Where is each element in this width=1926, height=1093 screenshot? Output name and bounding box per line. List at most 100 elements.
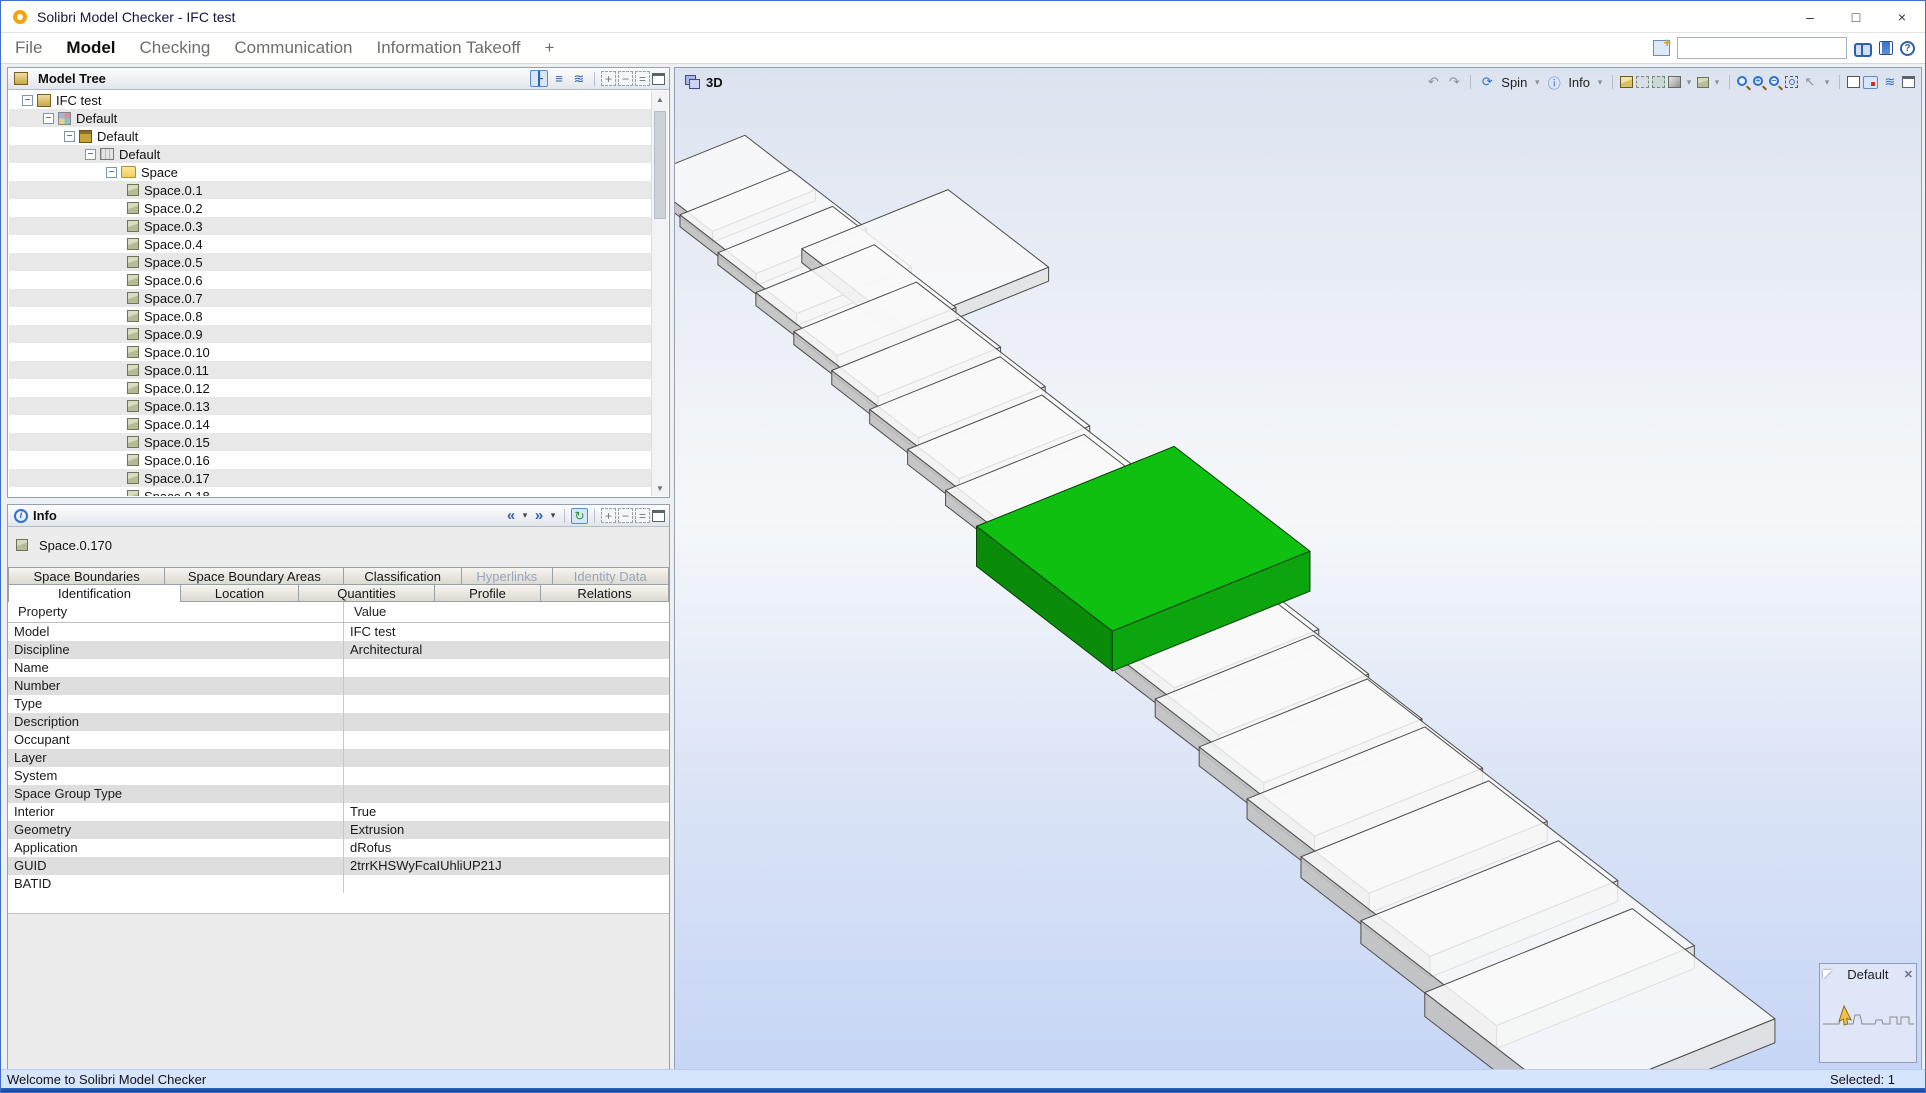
property-row-guid[interactable]: GUID2trrKHSWyFcaIUhliUP21J — [8, 857, 669, 875]
tab-space-boundary-areas[interactable]: Space Boundary Areas — [165, 567, 344, 584]
cube-small-icon[interactable] — [1697, 77, 1709, 88]
property-row-type[interactable]: Type — [8, 695, 669, 713]
menu-communication[interactable]: Communication — [234, 38, 352, 58]
tree-item-ifc-test[interactable]: −IFC test — [9, 91, 651, 109]
collapse-expander[interactable]: − — [43, 113, 54, 124]
property-row-description[interactable]: Description — [8, 713, 669, 731]
tree-item-space-0-17[interactable]: Space.0.17 — [9, 469, 651, 487]
collapse-all-icon[interactable]: − — [618, 71, 633, 86]
tree-item-space-0-14[interactable]: Space.0.14 — [9, 415, 651, 433]
property-row-system[interactable]: System — [8, 767, 669, 785]
property-row-name[interactable]: Name — [8, 659, 669, 677]
tree-item-space[interactable]: −Space — [9, 163, 651, 181]
section-icon[interactable] — [1863, 76, 1878, 89]
report-icon[interactable]: ↻ — [571, 508, 588, 524]
collapse-expander[interactable]: − — [85, 149, 96, 160]
scrollbar-thumb[interactable] — [654, 111, 666, 219]
tree-item-space-0-13[interactable]: Space.0.13 — [9, 397, 651, 415]
dropdown-caret-icon[interactable]: ▾ — [548, 507, 558, 524]
tab-relations[interactable]: Relations — [541, 584, 669, 602]
property-row-occupant[interactable]: Occupant — [8, 731, 669, 749]
minimap-close-icon[interactable]: ✕ — [1904, 968, 1913, 981]
info-icon[interactable]: ⓘ — [1545, 74, 1563, 91]
dropdown-caret-icon[interactable]: ▾ — [1532, 74, 1542, 91]
tree-item-space-0-3[interactable]: Space.0.3 — [9, 217, 651, 235]
property-row-interior[interactable]: InteriorTrue — [8, 803, 669, 821]
property-row-number[interactable]: Number — [8, 677, 669, 695]
menu-information-takeoff[interactable]: Information Takeoff — [377, 38, 521, 58]
detach-icon[interactable] — [1902, 76, 1915, 88]
minimize-button[interactable]: – — [1787, 1, 1833, 32]
tab-identification[interactable]: Identification — [8, 584, 181, 602]
menu-checking[interactable]: Checking — [140, 38, 211, 58]
expand-all-icon[interactable]: + — [601, 71, 616, 86]
property-row-batid[interactable]: BATID — [8, 875, 669, 893]
tree-item-space-0-2[interactable]: Space.0.2 — [9, 199, 651, 217]
tree-item-space-0-4[interactable]: Space.0.4 — [9, 235, 651, 253]
tree-item-space-0-18[interactable]: Space.0.18 — [9, 487, 651, 496]
presentation-film-icon[interactable] — [1879, 41, 1893, 55]
tab-location[interactable]: Location — [181, 584, 299, 602]
tree-item-space-0-8[interactable]: Space.0.8 — [9, 307, 651, 325]
collapse-all-icon[interactable]: − — [618, 508, 633, 523]
layers-icon[interactable]: ≋ — [570, 70, 588, 87]
quick-search-input[interactable] — [1677, 37, 1847, 59]
property-row-layer[interactable]: Layer — [8, 749, 669, 767]
tab-profile[interactable]: Profile — [435, 584, 541, 602]
menu-add[interactable]: + — [544, 38, 554, 58]
tree-item-default[interactable]: −Default — [9, 127, 651, 145]
zoom-icon[interactable] — [1737, 76, 1750, 89]
collapse-expander[interactable]: − — [64, 131, 75, 142]
nav-back-icon[interactable]: « — [504, 507, 518, 524]
property-row-application[interactable]: ApplicationdRofus — [8, 839, 669, 857]
menu-model[interactable]: Model — [66, 38, 115, 58]
layers-icon[interactable]: ≋ — [1881, 74, 1899, 91]
cube-solid-icon[interactable] — [1620, 76, 1633, 88]
flat-list-icon[interactable]: ≡ — [550, 70, 568, 87]
property-row-discipline[interactable]: DisciplineArchitectural — [8, 641, 669, 659]
tab-hyperlinks[interactable]: Hyperlinks — [462, 567, 553, 584]
collapse-expander[interactable]: − — [22, 95, 33, 106]
property-row-model[interactable]: ModelIFC test — [8, 623, 669, 641]
close-button[interactable]: × — [1879, 1, 1925, 32]
nav-forward-icon[interactable]: » — [532, 507, 546, 524]
expand-all-icon[interactable]: + — [601, 508, 616, 523]
dropdown-caret-icon[interactable]: ▾ — [1684, 74, 1694, 91]
tree-item-space-0-6[interactable]: Space.0.6 — [9, 271, 651, 289]
maximize-button[interactable]: □ — [1833, 1, 1879, 32]
cursor-icon[interactable]: ↖ — [1801, 74, 1819, 91]
minimap-resize-handle[interactable] — [1823, 970, 1832, 979]
detach-icon[interactable] — [652, 510, 665, 522]
cube-outline-icon[interactable] — [1847, 76, 1860, 88]
dropdown-caret-icon[interactable]: ▾ — [1595, 74, 1605, 91]
tab-quantities[interactable]: Quantities — [299, 584, 435, 602]
dropdown-caret-icon[interactable]: ▾ — [1822, 74, 1832, 91]
tree-item-space-0-7[interactable]: Space.0.7 — [9, 289, 651, 307]
scroll-up-icon[interactable]: ▲ — [652, 91, 668, 107]
property-row-geometry[interactable]: GeometryExtrusion — [8, 821, 669, 839]
cube-ghost2-icon[interactable] — [1652, 76, 1665, 88]
menu-file[interactable]: File — [15, 38, 42, 58]
tree-item-default[interactable]: −Default — [9, 109, 651, 127]
3d-viewport[interactable]: 3D ↶↷⟳Spin▾ⓘInfo▾▾▾+−↖▾≋ Default ✕ — [674, 67, 1922, 1070]
detach-icon[interactable] — [652, 73, 665, 85]
tree-item-space-0-16[interactable]: Space.0.16 — [9, 451, 651, 469]
tree-item-space-0-5[interactable]: Space.0.5 — [9, 253, 651, 271]
spin-icon[interactable]: ⟳ — [1478, 74, 1496, 91]
add-view-icon[interactable] — [1653, 40, 1670, 56]
undo-icon[interactable]: ↶ — [1424, 74, 1442, 91]
tree-item-space-0-11[interactable]: Space.0.11 — [9, 361, 651, 379]
zoom-window-icon[interactable] — [1785, 76, 1798, 88]
scroll-down-icon[interactable]: ▼ — [652, 480, 668, 496]
tree-item-space-0-9[interactable]: Space.0.9 — [9, 325, 651, 343]
tree-item-space-0-1[interactable]: Space.0.1 — [9, 181, 651, 199]
zoom-in-icon[interactable]: + — [1753, 76, 1766, 89]
collapse-rows-icon[interactable]: = — [635, 508, 650, 523]
dropdown-caret-icon[interactable]: ▾ — [1712, 74, 1722, 91]
tree-hierarchy-icon[interactable]: ┠ — [530, 70, 548, 87]
tree-item-space-0-12[interactable]: Space.0.12 — [9, 379, 651, 397]
info-label[interactable]: Info — [1568, 75, 1590, 90]
model-tree-scrollbar[interactable]: ▲ ▼ — [651, 91, 668, 496]
tree-item-default[interactable]: −Default — [9, 145, 651, 163]
collapse-expander[interactable]: − — [106, 167, 117, 178]
